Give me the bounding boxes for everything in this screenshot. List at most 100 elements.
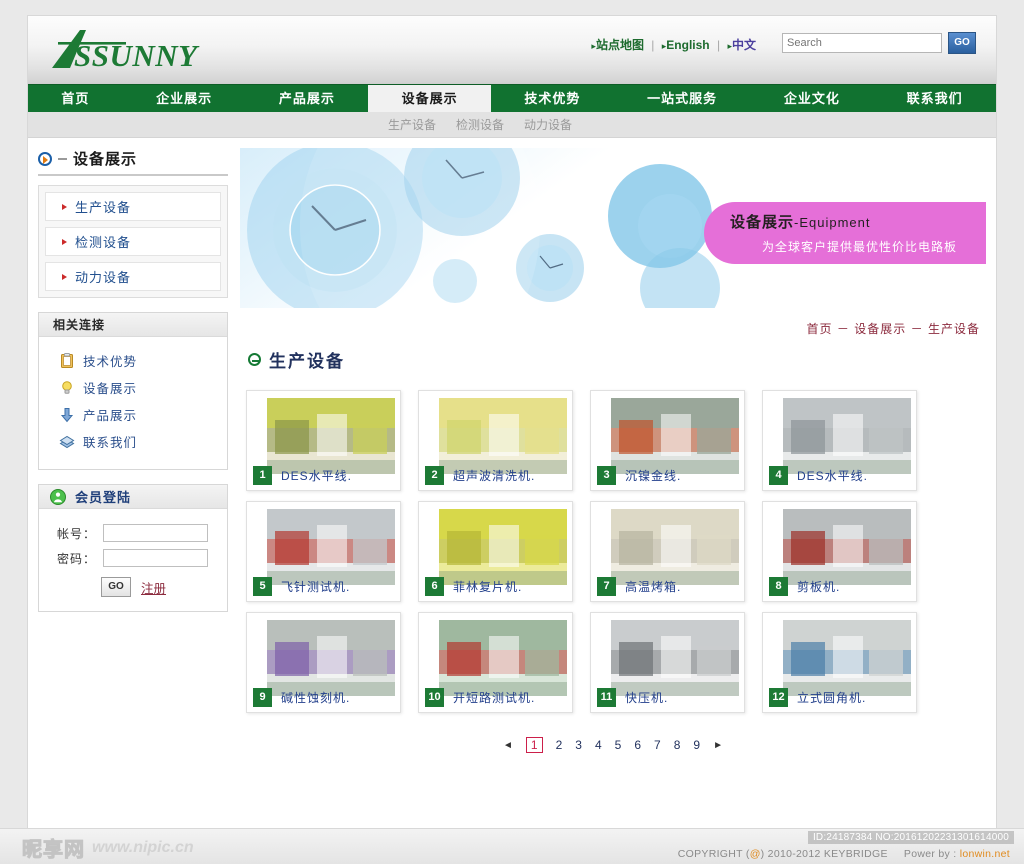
pager-page-9[interactable]: 9 <box>693 738 700 752</box>
member-login-title: 会员登陆 <box>75 490 132 505</box>
banner-title-cn: 设备展示 <box>730 214 795 231</box>
product-caption: 5 飞针测试机. <box>253 571 394 601</box>
subnav-item-testing[interactable]: 检测设备 <box>456 116 504 133</box>
product-card[interactable]: 2 超声波清洗机. <box>418 390 573 491</box>
nav-item-equipment[interactable]: 设备展示 <box>368 85 491 112</box>
sidebar-item-label: 检测设备 <box>75 235 132 250</box>
product-number-badge: 3 <box>597 465 616 485</box>
product-card[interactable]: 10 开短路测试机. <box>418 612 573 713</box>
pager-last-icon[interactable]: ► <box>713 740 723 751</box>
pager-page-4[interactable]: 4 <box>595 738 602 752</box>
pager-page-5[interactable]: 5 <box>615 738 622 752</box>
password-label: 密码： <box>57 551 97 566</box>
powerby-link[interactable]: lonwin.net <box>960 848 1010 860</box>
member-login-header: 会员登陆 <box>39 485 227 509</box>
product-caption: 12 立式圆角机. <box>769 682 910 712</box>
sub-navigation: 生产设备 检测设备 动力设备 <box>28 112 996 138</box>
product-card[interactable]: 3 沉镍金线. <box>590 390 745 491</box>
product-card[interactable]: 12 立式圆角机. <box>762 612 917 713</box>
sidebar: 设备展示 生产设备 检测设备 动力设备 相关连接 技术优势 设备展示 产品展示 … <box>38 148 228 753</box>
download-arrow-icon <box>60 407 74 422</box>
product-number-badge: 8 <box>769 576 788 596</box>
product-name: 超声波清洗机. <box>453 468 536 483</box>
product-number-badge: 6 <box>425 576 444 596</box>
product-card[interactable]: 6 菲林复片机. <box>418 501 573 602</box>
product-card[interactable]: 11 快压机. <box>590 612 745 713</box>
product-number-badge: 1 <box>253 465 272 485</box>
pager-page-1[interactable]: 1 <box>525 737 543 753</box>
top-link-chinese[interactable]: 中文 <box>732 38 756 52</box>
pager-page-2[interactable]: 2 <box>556 738 563 752</box>
sidebar-item-label: 动力设备 <box>75 270 132 285</box>
nav-item-contact[interactable]: 联系我们 <box>873 85 996 112</box>
subnav-item-power[interactable]: 动力设备 <box>524 116 572 133</box>
product-caption: 2 超声波清洗机. <box>425 460 566 490</box>
breadcrumb-separator: － <box>836 322 850 336</box>
nav-item-onestop[interactable]: 一站式服务 <box>614 85 751 112</box>
copyright-suffix: ) 2010-2012 KEYBRIDGE <box>760 848 888 860</box>
top-link-english[interactable]: English <box>666 38 709 52</box>
watermark-url: www.nipic.cn <box>92 838 194 856</box>
account-row: 帐号： <box>57 524 217 542</box>
product-card[interactable]: 5 飞针测试机. <box>246 501 401 602</box>
product-card[interactable]: 7 高温烤箱. <box>590 501 745 602</box>
top-link-sitemap[interactable]: 站点地图 <box>596 38 644 52</box>
nav-item-company[interactable]: 企业展示 <box>123 85 246 112</box>
login-actions: GO 注册 <box>101 577 217 597</box>
nav-item-products[interactable]: 产品展示 <box>246 85 369 112</box>
related-link-contact[interactable]: 联系我们 <box>59 432 217 451</box>
search-input[interactable] <box>782 33 942 53</box>
pager-page-7[interactable]: 7 <box>654 738 661 752</box>
pager-page-8[interactable]: 8 <box>674 738 681 752</box>
breadcrumb-separator: － <box>910 322 924 336</box>
pager-page-6[interactable]: 6 <box>634 738 641 752</box>
product-number-badge: 12 <box>769 687 788 707</box>
banner-callout: 设备展示-Equipment 为全球客户提供最优性价比电路板 <box>704 202 986 264</box>
pager-page-3[interactable]: 3 <box>575 738 582 752</box>
product-number-badge: 9 <box>253 687 272 707</box>
sidebar-item-production[interactable]: 生产设备 <box>45 192 221 221</box>
product-caption: 1 DES水平线. <box>253 460 394 490</box>
product-card[interactable]: 8 剪板机. <box>762 501 917 602</box>
triangle-right-icon <box>62 273 67 280</box>
breadcrumb-current[interactable]: 生产设备 <box>928 322 980 336</box>
product-caption: 3 沉镍金线. <box>597 460 738 490</box>
related-link-label: 联系我们 <box>83 436 138 450</box>
breadcrumb: 首页 － 设备展示 － 生产设备 <box>240 308 986 337</box>
breadcrumb-equipment[interactable]: 设备展示 <box>854 322 906 336</box>
product-caption: 7 高温烤箱. <box>597 571 738 601</box>
watermark: 昵享网 www.nipic.cn <box>22 833 194 862</box>
divider: | <box>716 38 721 52</box>
register-link[interactable]: 注册 <box>141 578 166 597</box>
search-go-button[interactable]: GO <box>948 32 976 54</box>
banner-subtitle: 为全球客户提供最优性价比电路板 <box>762 240 958 254</box>
nav-item-culture[interactable]: 企业文化 <box>751 85 874 112</box>
breadcrumb-home[interactable]: 首页 <box>807 322 833 336</box>
site-footer: 昵享网 www.nipic.cn ID:24187384 NO:20161202… <box>0 828 1024 864</box>
site-logo[interactable]: SSUNNY <box>40 24 260 76</box>
account-input[interactable] <box>103 524 208 542</box>
copyright: COPYRIGHT (@) 2010-2012 KEYBRIDGE Power … <box>678 848 1010 860</box>
product-name: 开短路测试机. <box>453 690 536 705</box>
related-link-technology[interactable]: 技术优势 <box>59 351 217 370</box>
related-link-products[interactable]: 产品展示 <box>59 405 217 424</box>
product-caption: 11 快压机. <box>597 682 738 712</box>
sidebar-item-power[interactable]: 动力设备 <box>45 262 221 291</box>
pager-first-icon[interactable]: ◄ <box>503 740 513 751</box>
password-input[interactable] <box>103 549 208 567</box>
product-card[interactable]: 9 碱性蚀刻机. <box>246 612 401 713</box>
product-card[interactable]: 1 DES水平线. <box>246 390 401 491</box>
account-label: 帐号： <box>57 526 97 541</box>
nav-item-technology[interactable]: 技术优势 <box>491 85 614 112</box>
product-caption: 6 菲林复片机. <box>425 571 566 601</box>
login-go-button[interactable]: GO <box>101 577 131 597</box>
nav-item-home[interactable]: 首页 <box>28 85 123 112</box>
sidebar-menu: 生产设备 检测设备 动力设备 <box>38 185 228 298</box>
subnav-item-production[interactable]: 生产设备 <box>388 116 436 133</box>
related-link-equipment[interactable]: 设备展示 <box>59 378 217 397</box>
product-card[interactable]: 4 DES水平线. <box>762 390 917 491</box>
user-icon <box>50 488 66 505</box>
sidebar-item-testing[interactable]: 检测设备 <box>45 227 221 256</box>
product-caption: 9 碱性蚀刻机. <box>253 682 394 712</box>
page-banner: 设备展示-Equipment 为全球客户提供最优性价比电路板 <box>240 148 986 308</box>
